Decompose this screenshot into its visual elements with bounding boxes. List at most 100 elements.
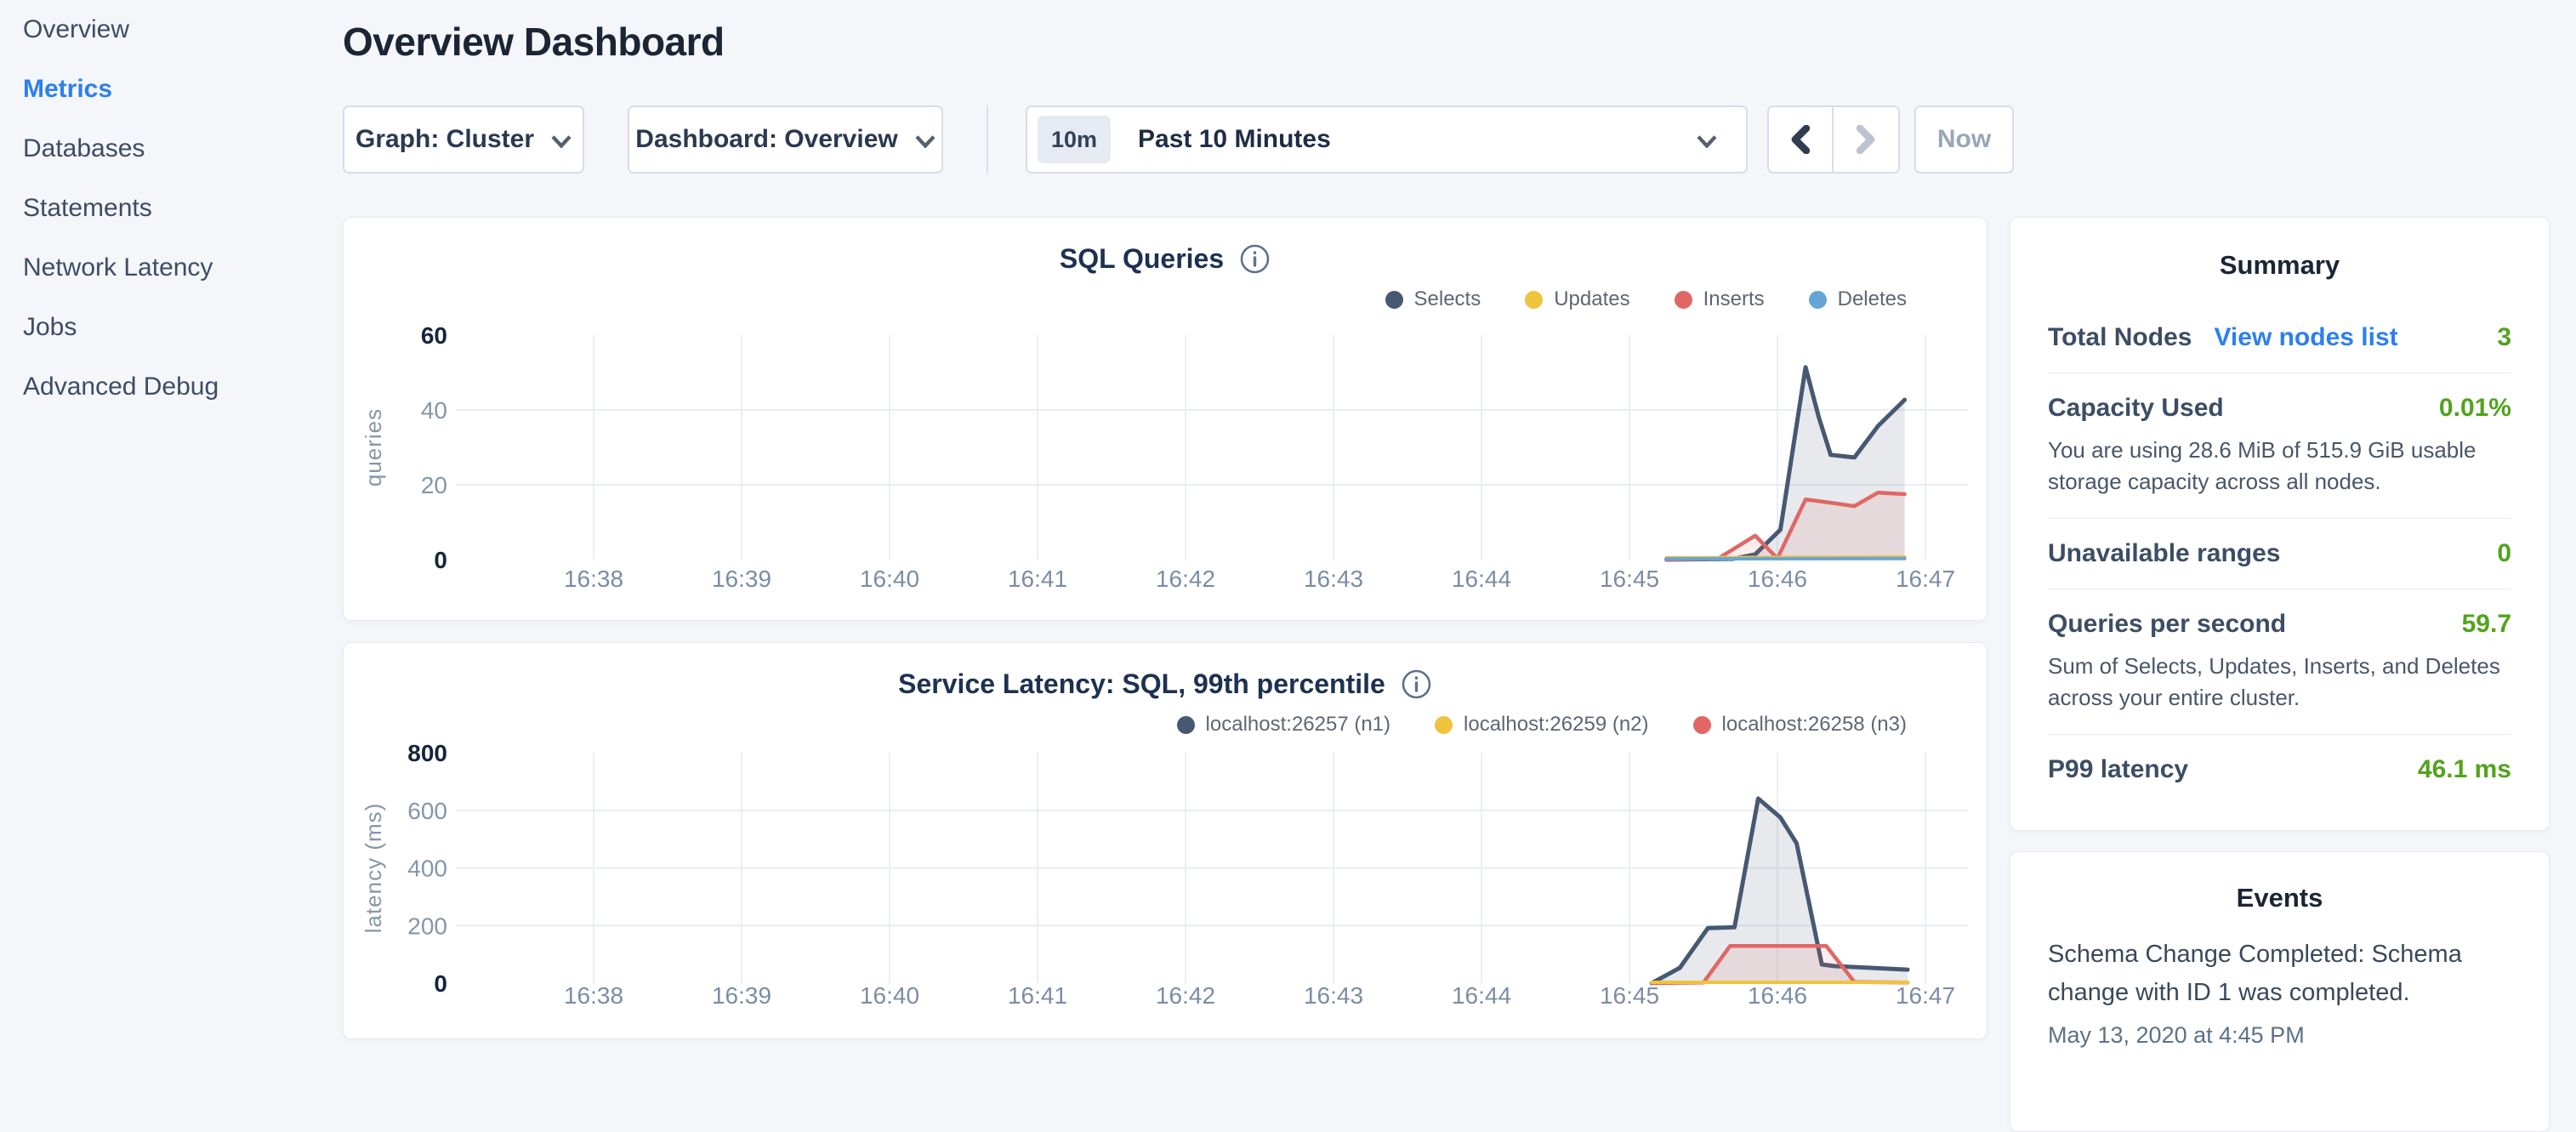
legend-item: Deletes: [1809, 287, 1907, 311]
svg-text:16:44: 16:44: [1452, 566, 1511, 592]
sql-queries-plot: 16:38 16:39 16:40 16:41 16:42 16:43 16:44 16:45…: [344, 218, 1987, 620]
summary-row-unavailable-ranges: Unavailable ranges 0: [2048, 519, 2511, 589]
sidebar-item-metrics[interactable]: Metrics: [23, 60, 329, 119]
chart-title: Service Latency: SQL, 99th percentile: [898, 668, 1385, 700]
total-nodes-value: 3: [2497, 323, 2511, 352]
p99-latency-value: 46.1 ms: [2418, 755, 2511, 784]
time-range-label: Past 10 Minutes: [1138, 125, 1697, 154]
svg-text:16:40: 16:40: [860, 566, 919, 592]
summary-row-p99-latency: P99 latency 46.1 ms: [2048, 735, 2511, 805]
series-dot: [1809, 291, 1827, 309]
graph-dropdown-label: Graph: Cluster: [355, 125, 534, 154]
legend-label: Inserts: [1703, 287, 1765, 311]
svg-text:16:44: 16:44: [1452, 982, 1511, 1009]
legend-label: localhost:26258 (n3): [1722, 713, 1907, 737]
series-dot: [1177, 716, 1195, 734]
series-dot: [1435, 716, 1453, 734]
svg-text:16:38: 16:38: [564, 982, 623, 1009]
svg-text:16:39: 16:39: [712, 566, 771, 592]
sql-queries-chart-card: 16:38 16:39 16:40 16:41 16:42 16:43 16:44 16:45…: [343, 217, 1987, 621]
svg-text:latency (ms): latency (ms): [361, 803, 386, 934]
summary-row-total-nodes: Total Nodes View nodes list 3: [2048, 303, 2511, 373]
capacity-used-value: 0.01%: [2439, 394, 2511, 423]
event-timestamp: May 13, 2020 at 4:45 PM: [2048, 1022, 2511, 1049]
svg-text:queries: queries: [361, 408, 386, 486]
svg-text:16:40: 16:40: [860, 982, 919, 1009]
total-nodes-label: Total Nodes: [2048, 323, 2192, 352]
summary-row-capacity: Capacity Used 0.01% You are using 28.6 M…: [2048, 373, 2511, 519]
series-dot: [1693, 716, 1711, 734]
dashboard-dropdown[interactable]: Dashboard: Overview: [628, 105, 943, 173]
svg-text:16:47: 16:47: [1896, 982, 1955, 1009]
svg-text:40: 40: [421, 397, 447, 424]
sidebar-item-overview[interactable]: Overview: [23, 0, 329, 60]
time-range-badge: 10m: [1038, 116, 1111, 163]
svg-text:20: 20: [421, 472, 447, 498]
legend-label: localhost:26257 (n1): [1206, 713, 1390, 737]
queries-per-second-value: 59.7: [2462, 610, 2511, 639]
legend-label: Updates: [1554, 287, 1629, 311]
legend-item: localhost:26259 (n2): [1435, 713, 1648, 737]
events-panel: Events Schema Change Completed: Schema c…: [2010, 851, 2550, 1132]
queries-per-second-label: Queries per second: [2048, 610, 2286, 639]
chevron-down-icon: [551, 135, 571, 148]
svg-text:16:42: 16:42: [1156, 982, 1215, 1009]
series-dot: [1385, 291, 1403, 309]
svg-text:16:45: 16:45: [1600, 982, 1659, 1009]
summary-header: Summary: [2048, 250, 2511, 281]
view-nodes-list-link[interactable]: View nodes list: [2214, 323, 2397, 352]
time-range-selector[interactable]: 10m Past 10 Minutes: [1026, 105, 1748, 173]
chart-legend: Selects Updates Inserts Deletes: [1385, 287, 1908, 311]
time-step-buttons: [1767, 105, 1900, 173]
sidebar-item-databases[interactable]: Databases: [23, 119, 329, 179]
p99-latency-label: P99 latency: [2048, 755, 2188, 784]
svg-text:200: 200: [407, 913, 447, 939]
svg-text:16:43: 16:43: [1304, 566, 1363, 592]
legend-label: localhost:26259 (n2): [1464, 713, 1648, 737]
svg-text:0: 0: [434, 970, 447, 997]
info-icon[interactable]: [1239, 243, 1271, 275]
event-text: Schema Change Completed: Schema change w…: [2048, 936, 2511, 1012]
graph-dropdown[interactable]: Graph: Cluster: [343, 105, 584, 173]
svg-text:800: 800: [407, 740, 447, 766]
info-icon[interactable]: [1401, 668, 1432, 700]
next-time-button[interactable]: [1834, 107, 1898, 172]
svg-text:16:42: 16:42: [1156, 566, 1215, 592]
unavailable-ranges-value: 0: [2497, 539, 2511, 568]
sidebar: Overview Metrics Databases Statements Ne…: [23, 0, 329, 417]
legend-item: Inserts: [1675, 287, 1765, 311]
page-title: Overview Dashboard: [343, 19, 725, 65]
svg-text:16:39: 16:39: [712, 982, 771, 1009]
legend-item: localhost:26258 (n3): [1693, 713, 1907, 737]
svg-text:0: 0: [434, 547, 447, 573]
sidebar-item-statements[interactable]: Statements: [23, 179, 329, 238]
sidebar-item-network-latency[interactable]: Network Latency: [23, 238, 329, 298]
summary-panel: Summary Total Nodes View nodes list 3 Ca…: [2010, 217, 2550, 831]
summary-row-qps: Queries per second 59.7 Sum of Selects, …: [2048, 589, 2511, 735]
svg-text:16:41: 16:41: [1008, 982, 1067, 1009]
svg-text:16:41: 16:41: [1008, 566, 1067, 592]
sidebar-item-jobs[interactable]: Jobs: [23, 298, 329, 357]
svg-text:400: 400: [407, 856, 447, 882]
now-button-label: Now: [1937, 125, 1991, 154]
chevron-right-icon: [1857, 125, 1875, 154]
now-button[interactable]: Now: [1914, 105, 2014, 173]
events-header: Events: [2048, 883, 2511, 913]
dashboard-dropdown-label: Dashboard: Overview: [635, 125, 897, 154]
svg-text:16:45: 16:45: [1600, 566, 1659, 592]
queries-per-second-description: Sum of Selects, Updates, Inserts, and De…: [2048, 651, 2511, 714]
svg-text:600: 600: [407, 798, 447, 824]
legend-label: Deletes: [1838, 287, 1907, 311]
unavailable-ranges-label: Unavailable ranges: [2048, 539, 2280, 568]
svg-text:16:46: 16:46: [1748, 982, 1807, 1009]
chart-title: SQL Queries: [1060, 243, 1224, 275]
capacity-used-label: Capacity Used: [2048, 394, 2224, 423]
svg-text:60: 60: [421, 322, 447, 349]
chevron-down-icon: [1697, 135, 1717, 148]
chevron-down-icon: [915, 135, 935, 148]
prev-time-button[interactable]: [1769, 107, 1834, 172]
svg-text:16:38: 16:38: [564, 566, 623, 592]
svg-text:16:43: 16:43: [1304, 982, 1363, 1009]
sidebar-item-advanced-debug[interactable]: Advanced Debug: [23, 357, 329, 417]
series-dot: [1525, 291, 1543, 309]
